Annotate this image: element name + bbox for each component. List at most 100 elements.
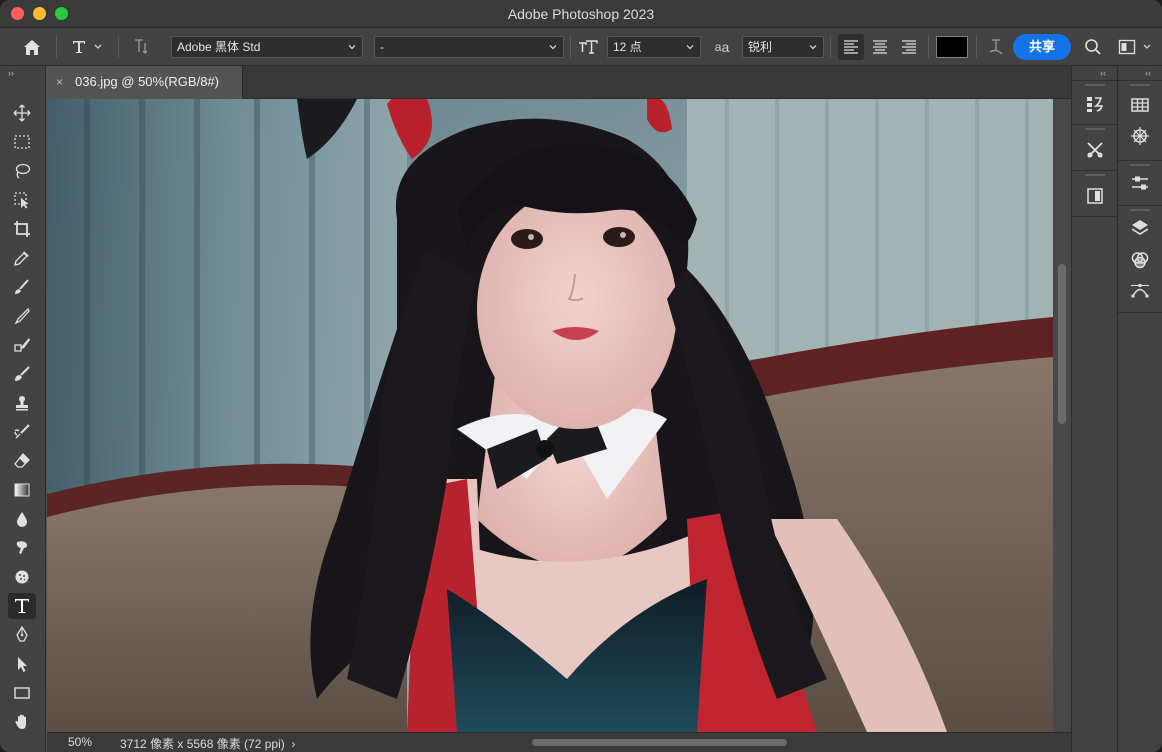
- pen-icon: [16, 626, 28, 642]
- anti-alias-icon: aa: [710, 28, 734, 66]
- object-selection-icon: [14, 192, 29, 209]
- document-canvas[interactable]: [47, 99, 1053, 732]
- eraser-tool[interactable]: [8, 448, 36, 474]
- anti-alias-value: 锐利: [748, 40, 773, 54]
- title-bar: Adobe Photoshop 2023: [0, 0, 1162, 28]
- collapse-toolbar-button[interactable]: ››: [8, 68, 14, 78]
- sponge-icon: [15, 570, 29, 584]
- crop-tool[interactable]: [8, 216, 36, 242]
- photoshop-window: Adobe Photoshop 2023 Adobe 黑体 Std - 12 点: [0, 0, 1162, 752]
- type-icon: [15, 599, 29, 613]
- font-style-value: -: [380, 40, 384, 54]
- dodge-icon: [16, 541, 28, 554]
- object-selection-tool[interactable]: [8, 187, 36, 213]
- document-tab[interactable]: × 036.jpg @ 50%(RGB/8#): [47, 66, 243, 99]
- art-brush-icon: [14, 424, 30, 439]
- hand-tool[interactable]: [8, 709, 36, 735]
- align-center-icon: [873, 40, 887, 54]
- blur-tool[interactable]: [8, 506, 36, 532]
- chevron-down-icon: [686, 45, 694, 50]
- panel-dock-primary: ‹‹: [1117, 66, 1162, 752]
- font-family-select[interactable]: Adobe 黑体 Std: [171, 36, 363, 58]
- adjustments-panel-icon[interactable]: [1126, 169, 1154, 197]
- document-info[interactable]: 3712 像素 x 5568 像素 (72 ppi) ›: [120, 735, 295, 752]
- chevron-right-icon: ›: [291, 737, 296, 751]
- horizontal-scrollbar-thumb[interactable]: [532, 739, 787, 746]
- table-panel-icon[interactable]: [1126, 91, 1154, 119]
- horizontal-type-tool[interactable]: [8, 593, 36, 619]
- stamp-icon: [16, 396, 28, 411]
- share-button[interactable]: 共享: [1013, 34, 1071, 60]
- art-history-brush-tool[interactable]: [8, 419, 36, 445]
- window-title: Adobe Photoshop 2023: [507, 6, 655, 22]
- clone-stamp-icon: [14, 338, 30, 352]
- tools-tweak-panel-icon[interactable]: [1081, 136, 1109, 164]
- move-tool[interactable]: [8, 100, 36, 126]
- font-size-icon: [576, 28, 600, 66]
- path-selection-icon: [18, 657, 27, 672]
- vertical-scrollbar[interactable]: [1053, 99, 1071, 732]
- sponge-tool[interactable]: [8, 564, 36, 590]
- eyedropper-tool[interactable]: [8, 245, 36, 271]
- anti-alias-select[interactable]: 锐利: [742, 36, 824, 58]
- history-brush-icon: [15, 366, 30, 381]
- rectangle-tool[interactable]: [8, 680, 36, 706]
- align-right-button[interactable]: [896, 34, 922, 60]
- libraries-panel-icon[interactable]: [1081, 182, 1109, 210]
- vertical-scrollbar-thumb[interactable]: [1058, 264, 1066, 424]
- zoom-level[interactable]: 50%: [68, 735, 92, 749]
- font-size-select[interactable]: 12 点: [607, 36, 701, 58]
- collapse-panels-button[interactable]: ‹‹: [1145, 68, 1151, 78]
- paths-panel-icon[interactable]: [1126, 277, 1154, 305]
- close-document-icon[interactable]: ×: [56, 75, 63, 89]
- lasso-tool[interactable]: [8, 158, 36, 184]
- crop-icon: [14, 221, 30, 237]
- gradient-tool[interactable]: [8, 477, 36, 503]
- document-tab-bar: × 036.jpg @ 50%(RGB/8#): [47, 66, 1071, 99]
- anti-alias-icon-a: a: [714, 40, 722, 54]
- spot-healing-brush-tool[interactable]: [8, 274, 36, 300]
- align-left-button[interactable]: [838, 34, 864, 60]
- clone-stamp-tool[interactable]: [8, 332, 36, 358]
- document-photo: [47, 99, 1053, 732]
- eraser-icon: [14, 453, 30, 468]
- chevron-down-icon: [549, 45, 557, 50]
- dodge-tool[interactable]: [8, 535, 36, 561]
- rectangular-marquee-icon: [14, 135, 30, 149]
- workspace-switcher[interactable]: [1112, 28, 1158, 66]
- layers-panel-icon[interactable]: [1126, 214, 1154, 242]
- workspace-icon: [1118, 39, 1136, 55]
- collapse-panels-button[interactable]: ‹‹: [1100, 68, 1106, 78]
- home-icon[interactable]: [18, 28, 46, 66]
- text-color-swatch[interactable]: [936, 36, 968, 58]
- font-family-value: Adobe 黑体 Std: [177, 40, 261, 54]
- font-size-value: 12 点: [613, 40, 642, 54]
- eyedropper-icon: [14, 251, 29, 266]
- chevron-down-icon: [1143, 44, 1151, 49]
- chevron-down-icon: [809, 45, 817, 50]
- align-right-icon: [902, 40, 916, 54]
- lasso-icon: [15, 163, 31, 179]
- font-style-select[interactable]: -: [374, 36, 564, 58]
- gradient-icon: [14, 483, 30, 497]
- history-brush-tool[interactable]: [8, 361, 36, 387]
- navigator-panel-icon[interactable]: [1126, 122, 1154, 150]
- history-panel-icon[interactable]: [1081, 90, 1109, 118]
- anti-alias-icon-a-sub: a: [721, 39, 730, 55]
- toggle-text-orientation-icon[interactable]: [128, 28, 154, 66]
- channels-panel-icon[interactable]: [1126, 246, 1154, 274]
- stamp-tool[interactable]: [8, 390, 36, 416]
- warp-text-icon[interactable]: [984, 28, 1008, 66]
- document-dimensions: 3712 像素 x 5568 像素 (72 ppi): [120, 737, 285, 751]
- marquee-tool[interactable]: [8, 129, 36, 155]
- path-selection-tool[interactable]: [8, 651, 36, 677]
- options-bar: Adobe 黑体 Std - 12 点 aa 锐利 共享: [0, 28, 1162, 66]
- pen-tool[interactable]: [8, 622, 36, 648]
- tool-preset-picker[interactable]: [64, 28, 110, 66]
- brush-tool[interactable]: [8, 303, 36, 329]
- hand-icon: [15, 714, 26, 729]
- blur-drop-icon: [17, 512, 27, 527]
- search-icon[interactable]: [1080, 28, 1106, 66]
- brush-icon: [14, 307, 30, 325]
- align-center-button[interactable]: [867, 34, 893, 60]
